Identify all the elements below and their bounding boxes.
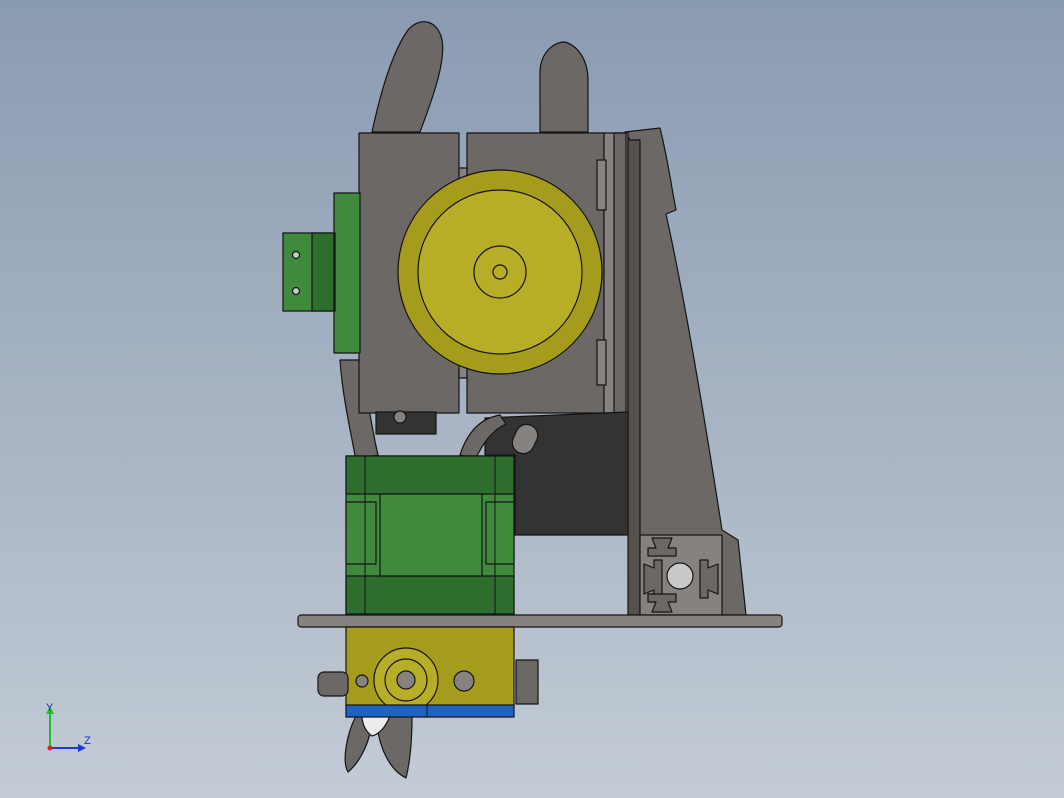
origin-dot	[47, 745, 53, 751]
rail-bracket-bottom	[596, 339, 607, 386]
blue-mount-strip	[345, 704, 515, 718]
gearbox-bolt-right	[453, 670, 475, 692]
z-axis-label: Z	[84, 735, 91, 747]
motor-center-panel	[379, 493, 483, 577]
pulley-axle	[492, 264, 508, 280]
gearbox-bolt-left	[355, 674, 369, 688]
base-plate	[297, 614, 783, 628]
green-side-bracket	[333, 192, 361, 354]
vertical-mount-bar	[627, 139, 641, 616]
right-finger	[539, 41, 589, 133]
gearbox-output-shaft	[396, 670, 416, 690]
motor-cap-top	[345, 455, 515, 495]
green-mount-tab-inner	[311, 232, 335, 312]
gearbox-side-clip	[515, 659, 539, 705]
rail-bracket-top	[596, 159, 607, 211]
extrusion-core	[666, 562, 694, 590]
assembly-drawing: Y Z	[46, 21, 783, 779]
left-finger	[371, 21, 444, 133]
rail-strip-inner	[613, 132, 627, 414]
gearbox-left-pin	[317, 671, 349, 697]
axis-triad: Y Z	[46, 702, 91, 752]
motor-side-right	[485, 501, 515, 565]
motor-side-left	[345, 501, 377, 565]
lower-tab-hole	[393, 410, 407, 424]
motor-cap-bottom	[345, 575, 515, 615]
mount-hole-top	[291, 250, 301, 260]
mount-hole-bottom	[291, 286, 301, 296]
cad-viewport[interactable]: Y Z	[0, 0, 1064, 798]
y-axis-label: Y	[46, 702, 54, 714]
